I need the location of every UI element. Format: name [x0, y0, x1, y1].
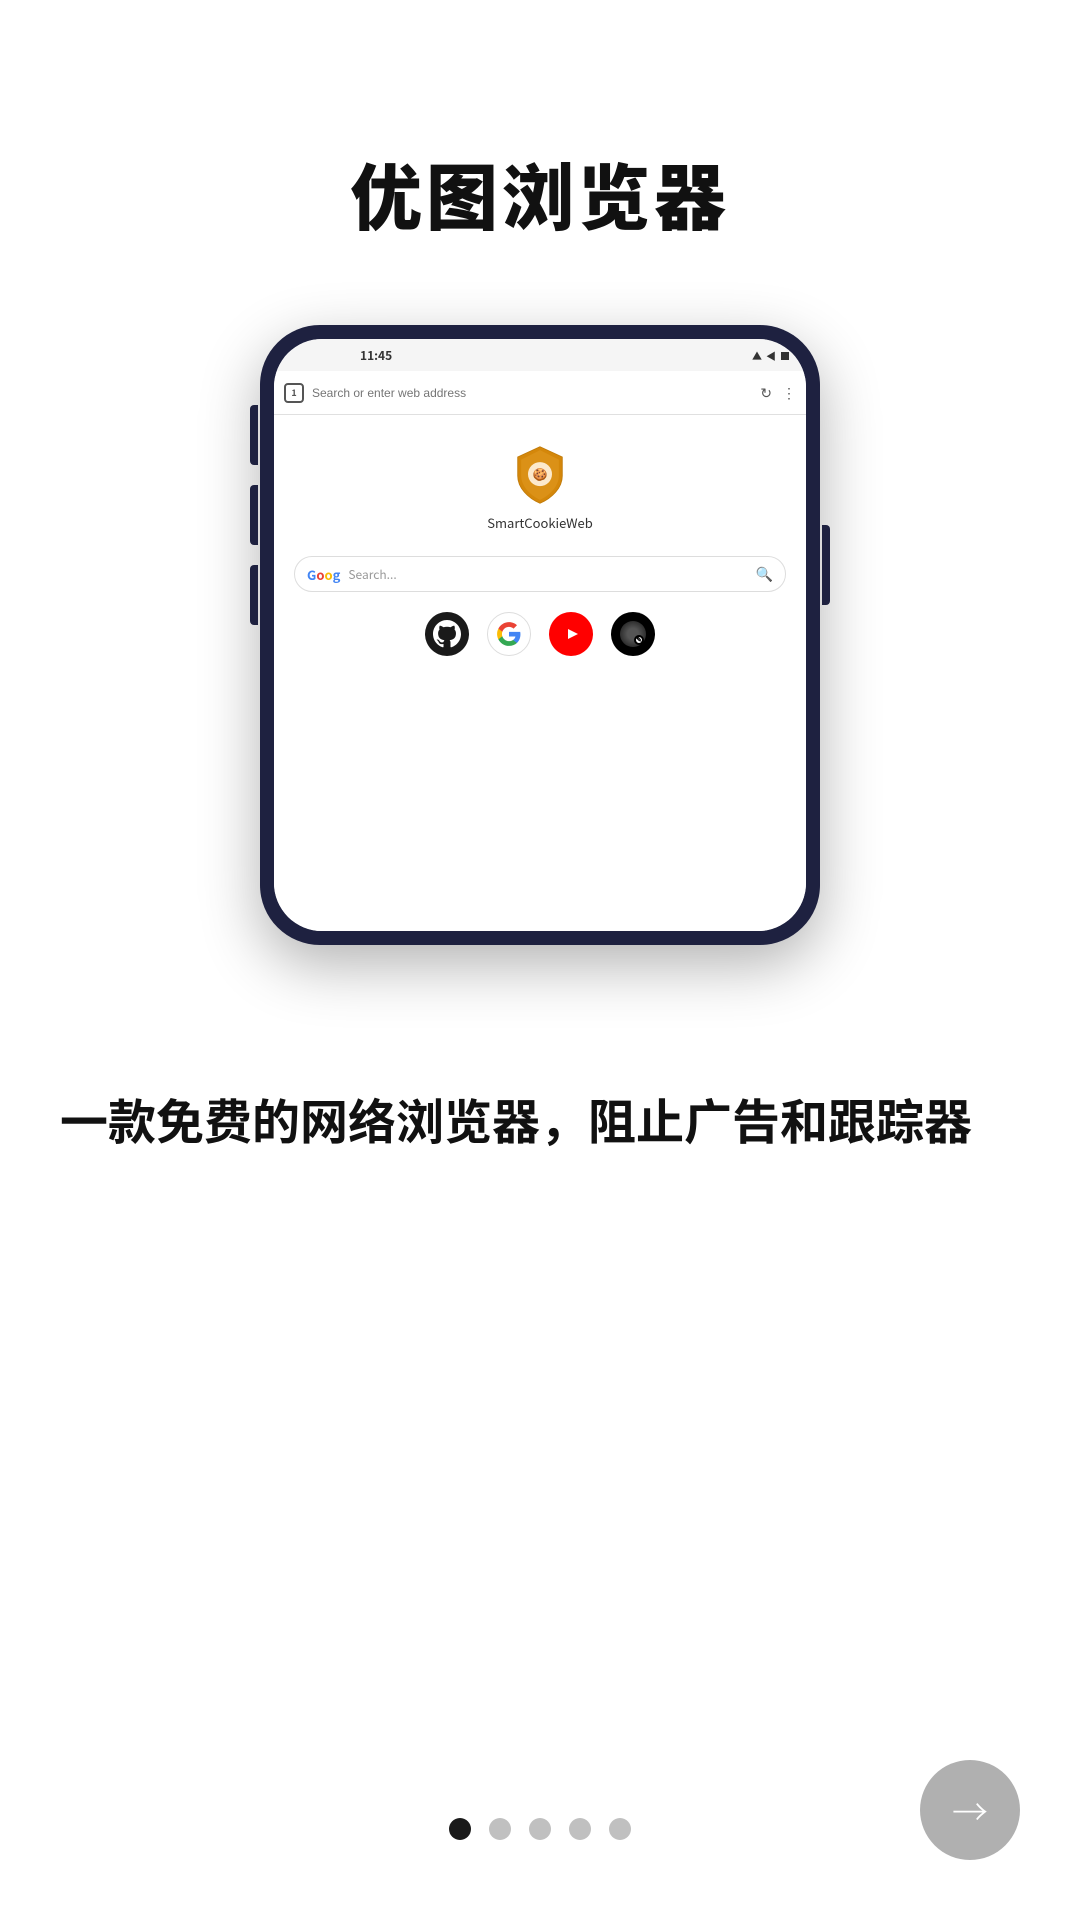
dot-3[interactable]: [529, 1818, 551, 1840]
wifi-icon: ▲: [752, 348, 762, 363]
signal-icon: ◀: [766, 348, 776, 363]
shortcuts-row: ✎: [425, 612, 655, 656]
address-bar[interactable]: 1 ↻ ⋮: [274, 371, 806, 415]
phone-screen: 11:45 ▲ ◀ ■ 1 ↻ ⋮: [274, 339, 806, 931]
status-time: 11:45: [360, 347, 392, 364]
youtube-icon: [558, 625, 584, 643]
shortcut-google[interactable]: [487, 612, 531, 656]
battery-icon: ■: [780, 348, 790, 363]
dot-5[interactable]: [609, 1818, 631, 1840]
github-icon: [433, 620, 461, 648]
dot-4[interactable]: [569, 1818, 591, 1840]
address-actions: ↻ ⋮: [760, 383, 796, 403]
dot-2[interactable]: [489, 1818, 511, 1840]
browser-content: 🍪 SmartCookieWeb Goog Search... 🔍: [274, 415, 806, 931]
browser-search-bar[interactable]: Goog Search... 🔍: [294, 556, 786, 592]
dot-1[interactable]: [449, 1818, 471, 1840]
subtitle-text: 一款免费的网络浏览器，阻止广告和跟踪器: [0, 1085, 1080, 1152]
shortcut-github[interactable]: [425, 612, 469, 656]
search-placeholder: Search...: [348, 566, 747, 583]
shortcut-dark-app[interactable]: ✎: [611, 612, 655, 656]
shortcut-youtube[interactable]: [549, 612, 593, 656]
pagination-dots: [0, 1818, 1080, 1840]
phone-outer-shell: 11:45 ▲ ◀ ■ 1 ↻ ⋮: [260, 325, 820, 945]
next-button[interactable]: →: [920, 1760, 1020, 1860]
status-icons: ▲ ◀ ■: [752, 348, 790, 363]
status-bar: 11:45 ▲ ◀ ■: [274, 339, 806, 371]
tab-indicator[interactable]: 1: [284, 383, 304, 403]
svg-text:🍪: 🍪: [533, 465, 548, 482]
menu-icon[interactable]: ⋮: [782, 383, 796, 403]
phone-mockup: 11:45 ▲ ◀ ■ 1 ↻ ⋮: [260, 325, 820, 945]
google-icon: [496, 621, 522, 647]
shield-logo-icon: 🍪: [510, 445, 570, 505]
google-logo: Goog: [307, 565, 340, 584]
refresh-icon[interactable]: ↻: [760, 383, 772, 403]
next-arrow-icon: →: [952, 1784, 988, 1836]
app-title: 优图浏览器: [350, 140, 730, 245]
tab-count: 1: [291, 386, 296, 399]
search-icon[interactable]: 🔍: [756, 564, 773, 584]
url-input[interactable]: [312, 386, 752, 400]
browser-app-name: SmartCookieWeb: [487, 513, 593, 532]
